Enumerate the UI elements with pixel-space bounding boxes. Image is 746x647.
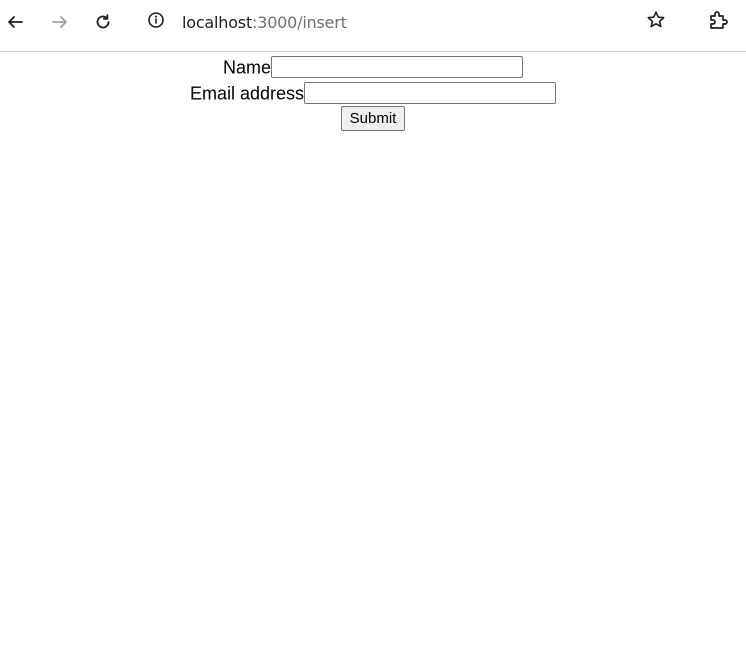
submit-button[interactable]: Submit: [340, 106, 406, 131]
name-row: Name: [0, 53, 746, 79]
browser-toolbar: localhost:3000/insert: [0, 0, 746, 52]
name-input[interactable]: [271, 56, 523, 79]
name-label: Name: [222, 57, 271, 78]
forward-arrow-icon: [51, 13, 69, 31]
url-text[interactable]: localhost:3000/insert: [182, 13, 347, 33]
reload-button[interactable]: [89, 8, 117, 36]
email-input[interactable]: [304, 82, 557, 105]
forward-button[interactable]: [46, 8, 74, 36]
extensions-icon: [707, 9, 729, 35]
extensions-button[interactable]: [704, 8, 732, 36]
url-path: :3000/insert: [252, 13, 347, 32]
site-info-icon: [147, 11, 165, 33]
submit-row: Submit: [0, 105, 746, 131]
address-bar[interactable]: localhost:3000/insert: [136, 2, 688, 42]
bookmark-button[interactable]: [644, 10, 668, 34]
page-content: Name Email address Submit: [0, 52, 746, 647]
site-info-button[interactable]: [146, 12, 166, 32]
reload-icon: [94, 13, 112, 31]
bookmark-star-icon: [646, 10, 666, 34]
back-arrow-icon: [6, 13, 24, 31]
back-button[interactable]: [1, 8, 29, 36]
insert-form: Name Email address Submit: [0, 52, 746, 131]
email-row: Email address: [0, 79, 746, 105]
url-host: localhost: [182, 13, 253, 32]
email-label: Email address: [189, 83, 305, 104]
